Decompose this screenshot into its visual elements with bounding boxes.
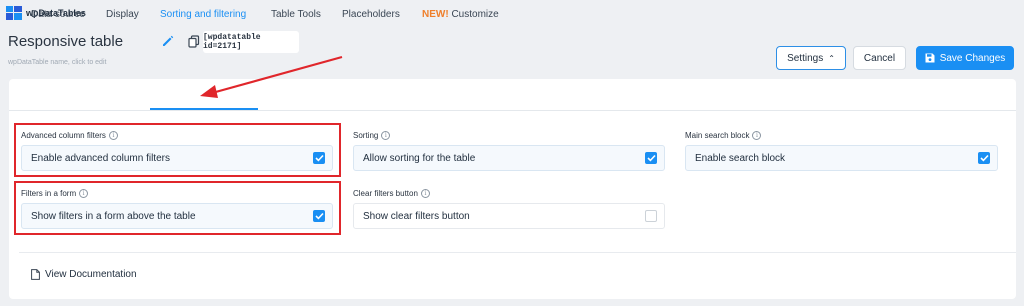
settings-button-label: Settings (787, 52, 824, 64)
checkbox-icon[interactable] (978, 152, 990, 164)
sorting-text: Allow sorting for the table (363, 152, 476, 164)
pencil-icon[interactable] (161, 34, 175, 48)
tab-data-source[interactable]: Data source (31, 9, 85, 20)
highlight-box (14, 181, 341, 235)
highlight-box (14, 123, 341, 177)
sorting-toggle[interactable]: Allow sorting for the table (353, 145, 665, 171)
clear-filters-text: Show clear filters button (363, 210, 470, 222)
page-title[interactable]: Responsive table (8, 33, 123, 50)
tab-bar (9, 79, 1016, 111)
settings-button[interactable]: Settings ⌃ (776, 46, 846, 70)
tab-table-tools[interactable]: Table Tools (271, 9, 321, 20)
save-icon (925, 53, 935, 63)
search-label-text: Main search block (685, 131, 750, 140)
checkbox-icon[interactable] (645, 210, 657, 222)
divider (19, 252, 1016, 253)
copy-icon[interactable] (188, 35, 200, 48)
clear-filters-toggle[interactable]: Show clear filters button (353, 203, 665, 229)
save-button[interactable]: Save Changes (916, 46, 1014, 70)
cancel-button[interactable]: Cancel (853, 46, 906, 70)
cancel-button-label: Cancel (863, 52, 896, 64)
info-icon[interactable]: i (752, 131, 762, 140)
clear-filters-label-text: Clear filters button (353, 189, 418, 198)
info-icon[interactable]: i (381, 131, 391, 140)
clear-filters-label: Clear filters button i (353, 189, 430, 198)
save-button-label: Save Changes (939, 52, 1006, 64)
view-documentation-link[interactable]: View Documentation (31, 269, 137, 280)
top-bar: wpDataTables (0, 0, 1024, 28)
checkbox-icon[interactable] (645, 152, 657, 164)
tab-customize-label: Customize (451, 9, 499, 20)
tab-display[interactable]: Display (106, 9, 139, 20)
search-block-text: Enable search block (695, 152, 786, 164)
table-name-hint: wpDataTable name, click to edit (8, 59, 107, 66)
shortcode-box[interactable]: [wpdatatable id=2171] (203, 31, 299, 53)
tab-customize[interactable]: NEW! Customize (422, 9, 499, 20)
tab-sorting-and-filtering[interactable]: Sorting and filtering (160, 9, 246, 20)
document-icon (31, 269, 40, 280)
chevron-up-icon: ⌃ (828, 53, 835, 63)
search-label: Main search block i (685, 131, 762, 140)
tab-placeholders[interactable]: Placeholders (342, 9, 400, 20)
table-logo-icon (6, 6, 22, 20)
view-documentation-label: View Documentation (45, 269, 137, 280)
new-badge: NEW! (422, 9, 449, 20)
sorting-label-text: Sorting (353, 131, 379, 140)
active-tab-indicator (150, 108, 258, 110)
sorting-label: Sorting i (353, 131, 391, 140)
info-icon[interactable]: i (420, 189, 430, 198)
search-block-toggle[interactable]: Enable search block (685, 145, 998, 171)
